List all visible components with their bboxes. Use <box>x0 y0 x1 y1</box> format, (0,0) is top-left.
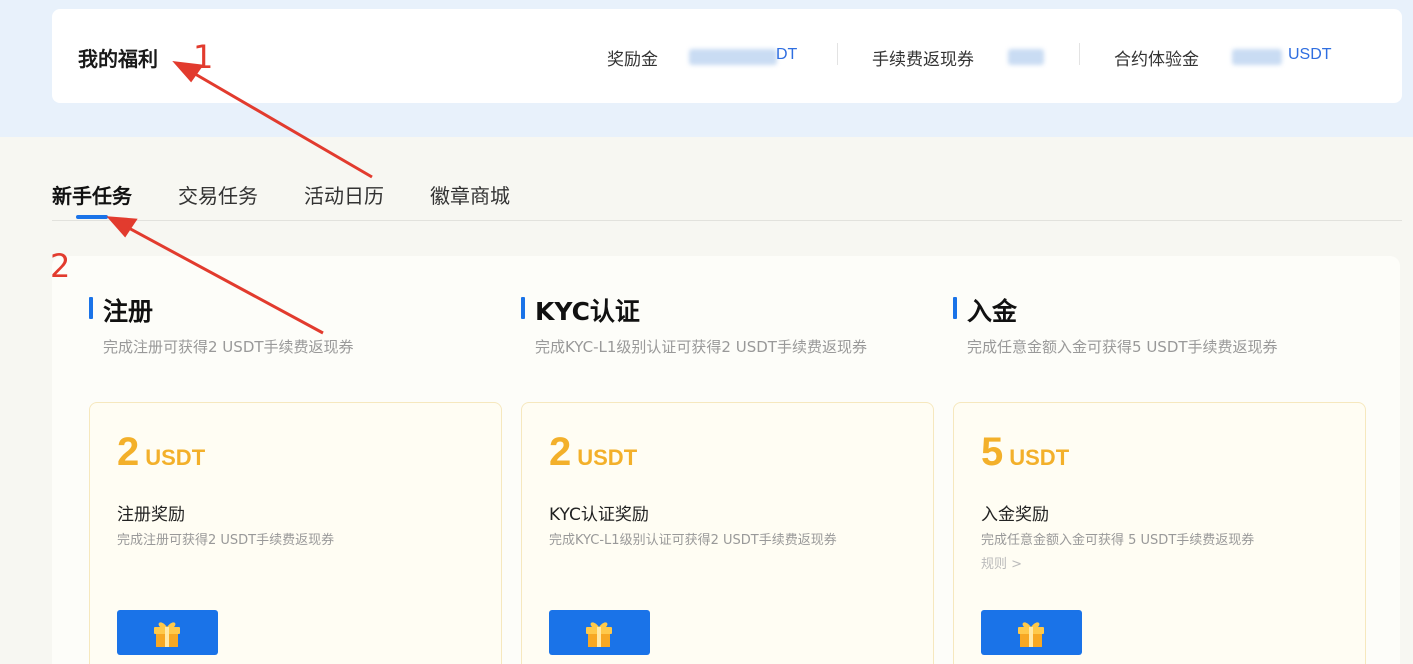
reward-amount-number: 5 <box>981 430 1004 474</box>
bonus-label: 奖励金 <box>607 50 658 70</box>
reward-card-register: 2 USDT 注册奖励 完成注册可获得2 USDT手续费返现券 <box>89 402 502 664</box>
reward-amount: 5 USDT <box>981 430 1069 475</box>
reward-name: 入金奖励 <box>981 505 1049 525</box>
reward-desc: 完成KYC-L1级别认证可获得2 USDT手续费返现券 <box>549 533 837 548</box>
rules-link[interactable]: 规则 > <box>981 553 1022 572</box>
reward-card-kyc: 2 USDT KYC认证奖励 完成KYC-L1级别认证可获得2 USDT手续费返现… <box>521 402 934 664</box>
reward-amount: 2 USDT <box>117 430 205 475</box>
claim-gift-button[interactable] <box>981 610 1082 655</box>
tab-trading-tasks[interactable]: 交易任务 <box>178 180 258 209</box>
futures-trial-fund-label: 合约体验金 <box>1114 50 1199 70</box>
stat-divider <box>1079 43 1080 65</box>
reward-desc: 完成注册可获得2 USDT手续费返现券 <box>117 533 335 548</box>
reward-name: 注册奖励 <box>117 505 185 525</box>
annotation-number-2: 2 <box>50 247 71 285</box>
futures-trial-fund-value-masked <box>1232 49 1282 65</box>
claim-gift-button[interactable] <box>117 610 218 655</box>
my-welfare-card: 我的福利 奖励金 DT 手续费返现券 合约体验金 USDT <box>52 9 1402 103</box>
section-desc: 完成任意金额入金可获得5 USDT手续费返现券 <box>967 338 1278 356</box>
section-title: 入金 <box>967 297 1018 326</box>
tab-bar: 新手任务 交易任务 活动日历 徽章商城 <box>52 180 1402 221</box>
tab-event-calendar[interactable]: 活动日历 <box>304 180 384 209</box>
section-title: KYC认证 <box>535 297 640 326</box>
reward-amount-number: 2 <box>549 430 572 474</box>
tab-badge-store[interactable]: 徽章商城 <box>430 180 510 209</box>
futures-trial-fund-value: USDT <box>1288 46 1332 63</box>
gift-icon <box>586 622 612 647</box>
bonus-value: DT <box>776 46 798 63</box>
reward-name: KYC认证奖励 <box>549 505 649 525</box>
page-title: 我的福利 <box>78 47 158 71</box>
claim-gift-button[interactable] <box>549 610 650 655</box>
section-bar <box>89 297 93 319</box>
gift-icon <box>154 622 180 647</box>
section-desc: 完成KYC-L1级别认证可获得2 USDT手续费返现券 <box>535 338 867 356</box>
stat-divider <box>837 43 838 65</box>
reward-card-deposit: 5 USDT 入金奖励 完成任意金额入金可获得 5 USDT手续费返现券 规则 > <box>953 402 1366 664</box>
gift-icon <box>1018 622 1044 647</box>
reward-amount-number: 2 <box>117 430 140 474</box>
reward-amount-unit: USDT <box>145 445 206 470</box>
reward-desc: 完成任意金额入金可获得 5 USDT手续费返现券 <box>981 533 1255 548</box>
reward-amount-unit: USDT <box>1009 445 1070 470</box>
fee-rebate-coupon-value-masked <box>1008 49 1044 65</box>
annotation-number-1: 1 <box>193 38 214 76</box>
section-desc: 完成注册可获得2 USDT手续费返现券 <box>103 338 354 356</box>
section-title: 注册 <box>103 297 154 326</box>
tab-newbie-tasks[interactable]: 新手任务 <box>52 180 132 209</box>
fee-rebate-coupon-label: 手续费返现券 <box>872 50 974 70</box>
active-tab-indicator <box>76 215 108 219</box>
bonus-value-masked <box>689 49 777 65</box>
section-bar <box>953 297 957 319</box>
reward-amount: 2 USDT <box>549 430 637 475</box>
reward-amount-unit: USDT <box>577 445 638 470</box>
section-bar <box>521 297 525 319</box>
